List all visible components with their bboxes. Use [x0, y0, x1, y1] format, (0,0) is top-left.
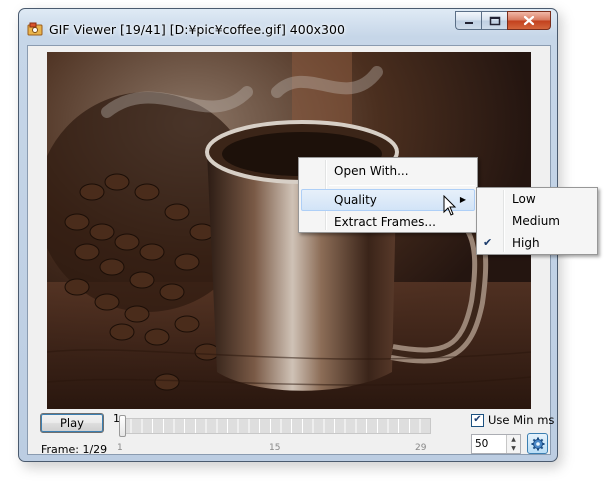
maximize-button[interactable] [481, 11, 507, 30]
slider-tick-mid: 15 [269, 443, 281, 453]
use-min-ms-option[interactable]: ✔ Use Min ms [471, 413, 554, 427]
gear-icon [531, 437, 544, 450]
menu-item-open-with[interactable]: Open With... [299, 160, 477, 182]
use-min-ms-label: Use Min ms [488, 413, 555, 427]
client-area: Play Frame: 1/29 1 1 15 29 ✔ Use Min ms … [27, 45, 554, 456]
spin-down-icon[interactable]: ▼ [507, 444, 520, 453]
menu-separator [329, 185, 475, 186]
min-ms-spinner[interactable]: 50 ▲ ▼ [471, 434, 521, 454]
window-title: GIF Viewer [19/41] [D:¥pic¥coffee.gif] 4… [49, 22, 345, 37]
maximize-icon [489, 16, 500, 25]
submenu-arrow-icon: ▶ [459, 195, 466, 204]
app-icon [27, 22, 43, 36]
menu-item-label: Open With... [334, 164, 409, 178]
checkmark-icon: ✔ [483, 236, 493, 249]
slider-track[interactable] [119, 418, 431, 434]
menu-item-label: Quality [334, 193, 377, 207]
frame-slider[interactable]: 1 1 15 29 [113, 412, 433, 454]
settings-button[interactable] [527, 433, 548, 454]
minimize-icon [464, 21, 473, 24]
title-bar[interactable]: GIF Viewer [19/41] [D:¥pic¥coffee.gif] 4… [19, 9, 557, 45]
use-min-ms-checkbox[interactable]: ✔ [471, 413, 484, 427]
menu-item-label: Extract Frames... [334, 215, 436, 229]
submenu-item-label: Low [512, 192, 536, 206]
slider-tick-start: 1 [117, 443, 123, 453]
close-button[interactable] [507, 11, 551, 30]
submenu-item-label: High [512, 236, 540, 250]
mouse-cursor-icon [443, 195, 457, 216]
submenu-item-medium[interactable]: Medium [477, 210, 597, 232]
min-ms-value: 50 [475, 438, 489, 450]
close-icon [523, 15, 535, 26]
submenu-item-high[interactable]: ✔ High [477, 232, 597, 254]
submenu-item-low[interactable]: Low [477, 188, 597, 210]
slider-tick-end: 29 [415, 443, 427, 453]
spin-up-icon[interactable]: ▲ [507, 435, 520, 444]
slider-thumb[interactable] [119, 415, 126, 437]
frame-counter: Frame: 1/29 [41, 443, 108, 456]
play-button[interactable]: Play [40, 413, 104, 433]
minimize-button[interactable] [455, 11, 481, 30]
quality-submenu: Low Medium ✔ High [476, 187, 598, 255]
submenu-item-label: Medium [512, 214, 560, 228]
